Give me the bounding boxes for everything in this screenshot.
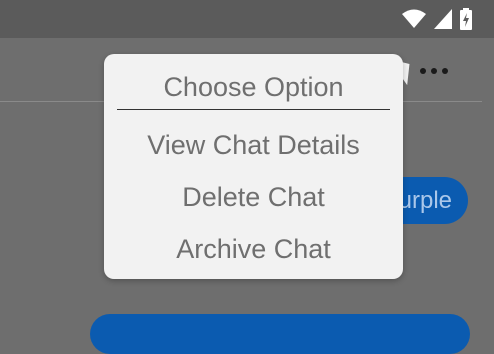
- status-icons: [402, 8, 472, 30]
- more-horizontal-icon: [420, 68, 426, 74]
- status-bar: [0, 0, 494, 38]
- chat-bubble-text: urple: [398, 187, 452, 214]
- more-horizontal-icon: [442, 68, 448, 74]
- signal-icon: [434, 9, 452, 29]
- delete-chat-option[interactable]: Delete Chat: [104, 182, 403, 213]
- popup-title: Choose Option: [163, 72, 344, 102]
- archive-chat-option[interactable]: Archive Chat: [104, 234, 403, 265]
- more-options-button[interactable]: [414, 62, 454, 80]
- wifi-icon: [402, 9, 426, 29]
- battery-charging-icon: [460, 8, 472, 30]
- more-horizontal-icon: [431, 68, 437, 74]
- view-chat-details-option[interactable]: View Chat Details: [104, 130, 403, 161]
- chat-bubble[interactable]: [90, 314, 470, 354]
- options-popup: Choose Option View Chat Details Delete C…: [104, 54, 403, 279]
- popup-divider: [117, 109, 390, 110]
